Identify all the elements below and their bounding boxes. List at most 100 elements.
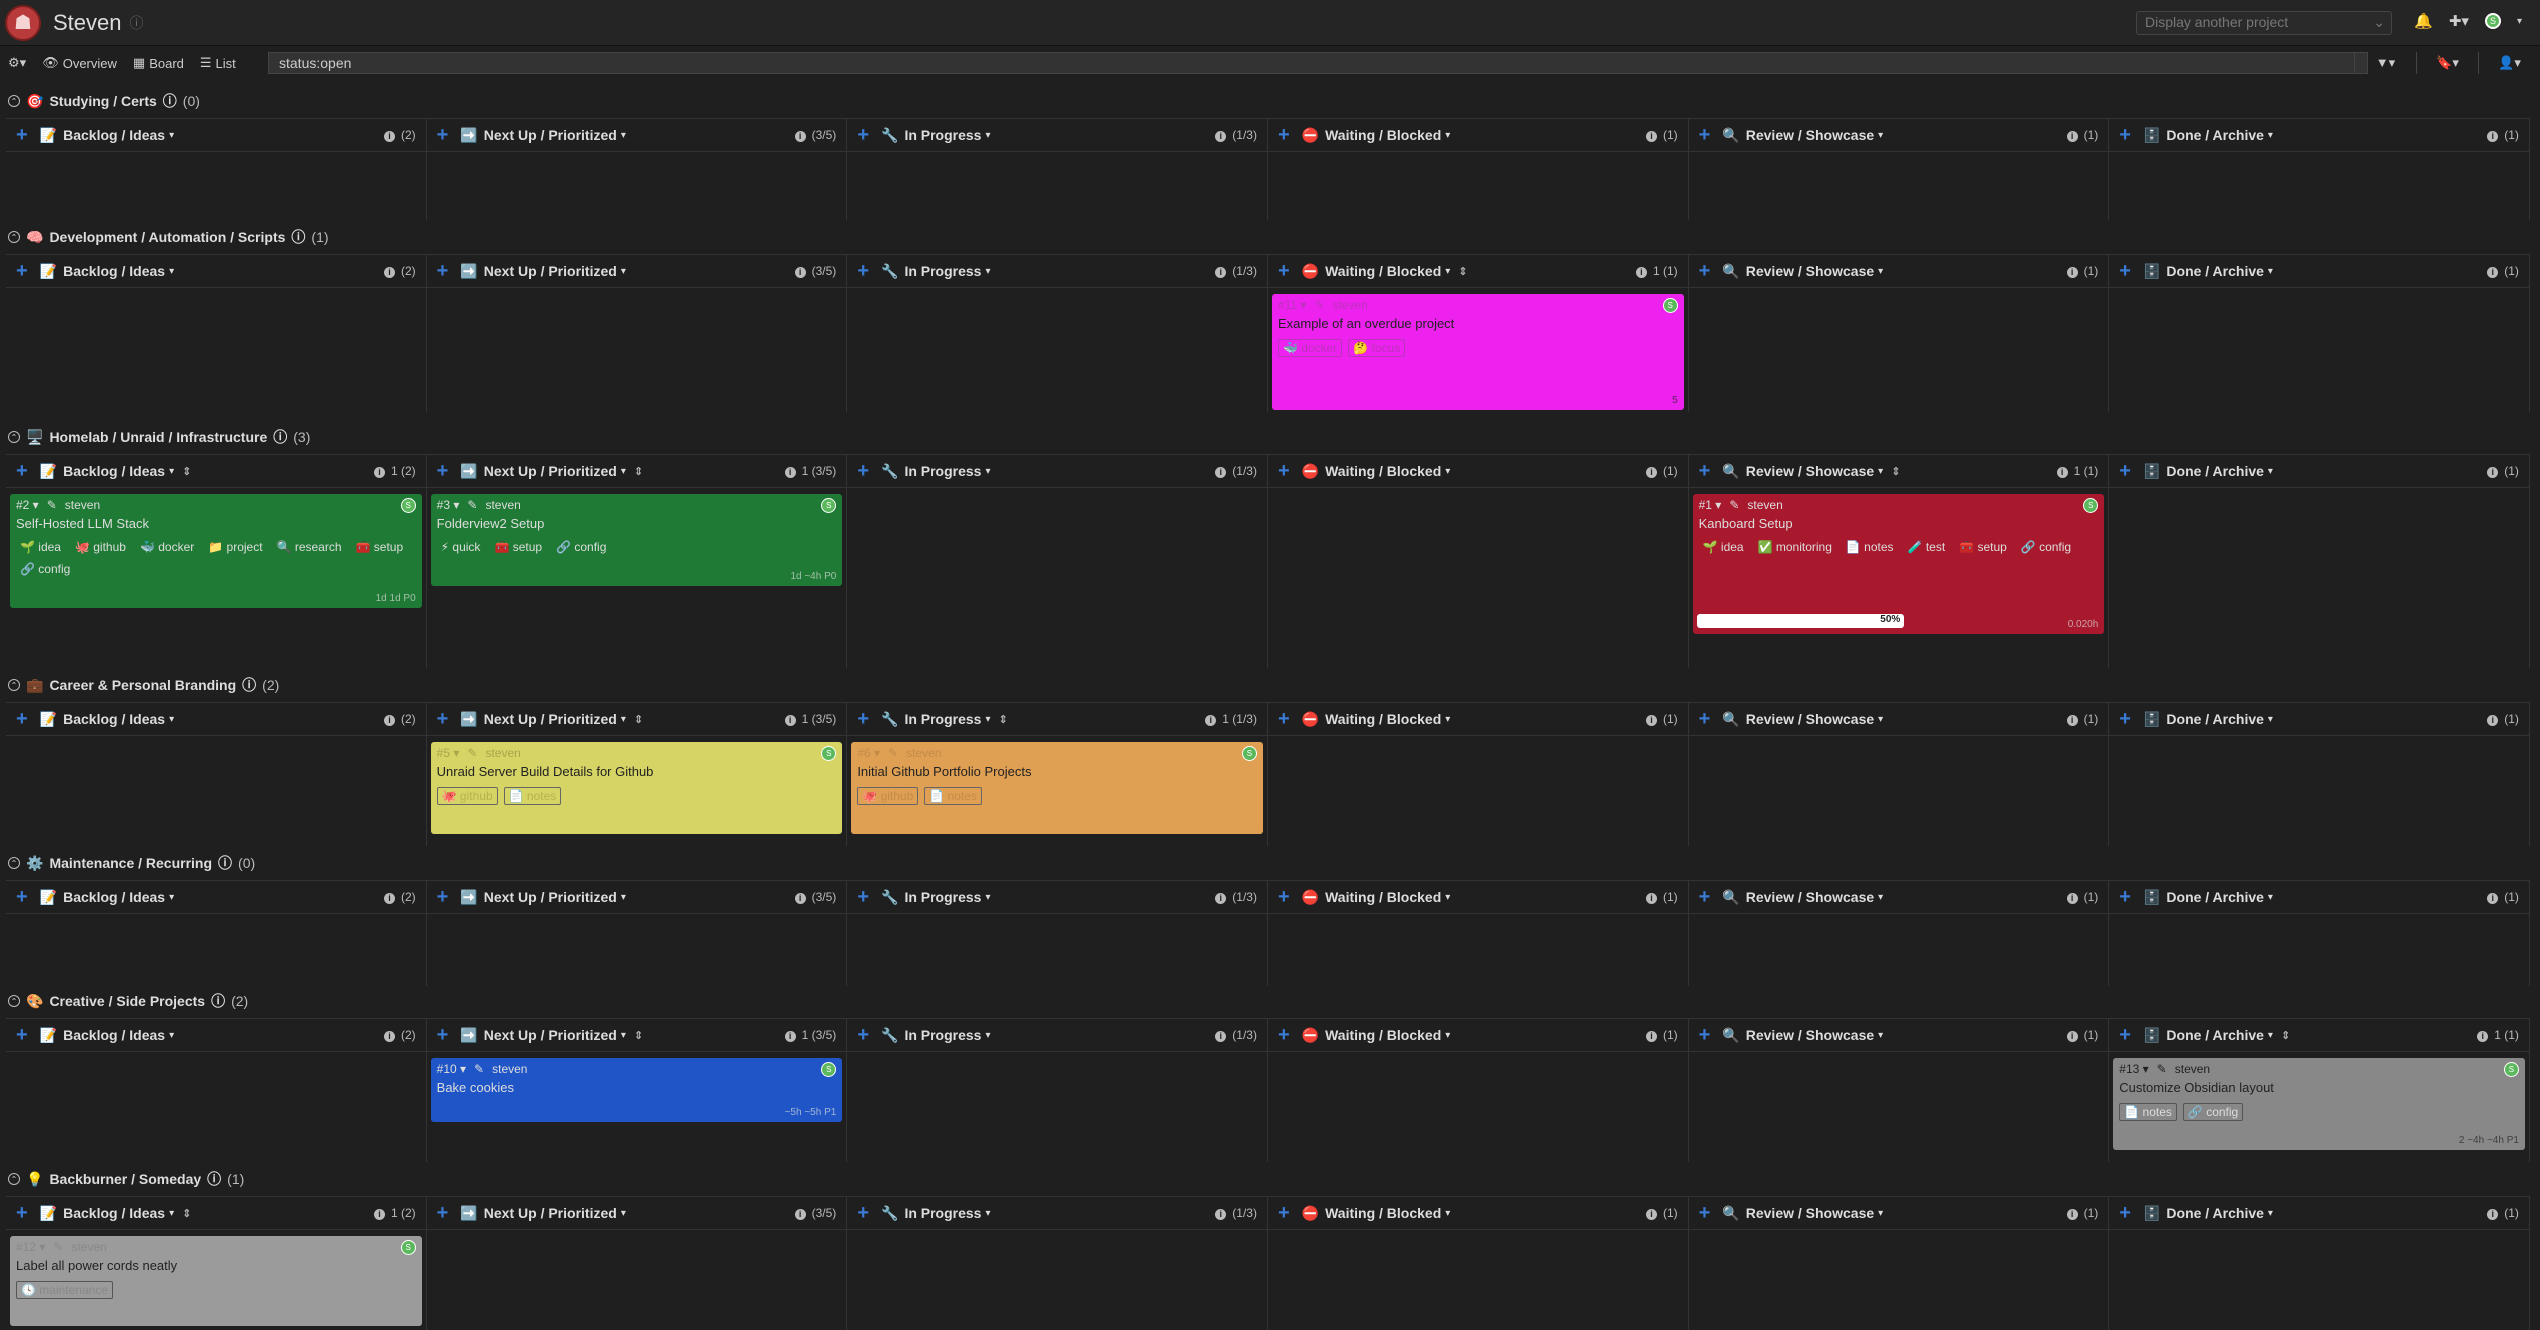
edit-icon[interactable]: ✎ [474, 1062, 484, 1076]
column-header[interactable]: + 🔍 Review / Showcase ▾ i (1) [1689, 119, 2110, 151]
app-logo-icon[interactable]: ☗ [5, 4, 41, 41]
edit-icon[interactable]: ✎ [888, 746, 898, 760]
add-task-icon[interactable]: + [1699, 1024, 1711, 1047]
task-title[interactable]: Example of an overdue project [1278, 316, 1678, 331]
info-icon[interactable]: i [784, 467, 796, 478]
chevron-down-icon[interactable]: ▾ [985, 130, 990, 141]
column-title[interactable]: Next Up / Prioritized [484, 263, 617, 279]
column-title[interactable]: Review / Showcase [1746, 889, 1874, 905]
column-title[interactable]: Waiting / Blocked [1325, 889, 1441, 905]
filter-menu-button[interactable]: ▼▾ [2354, 52, 2416, 74]
chevron-down-icon[interactable]: ▾ [169, 1030, 174, 1041]
chevron-down-icon[interactable]: ▾ [169, 266, 174, 277]
column-title[interactable]: Waiting / Blocked [1325, 1205, 1441, 1221]
add-task-icon[interactable]: + [1278, 1202, 1290, 1225]
column-title[interactable]: Review / Showcase [1746, 463, 1874, 479]
column-header[interactable]: + 🗄️ Done / Archive ▾ i (1) [2109, 1197, 2530, 1229]
add-task-icon[interactable]: + [857, 1024, 869, 1047]
info-icon[interactable]: i [2066, 131, 2078, 142]
chevron-down-icon[interactable]: ▾ [1878, 466, 1883, 477]
column-header[interactable]: + ⛔ Waiting / Blocked ▾ i (1) [1268, 1019, 1689, 1051]
column-header[interactable]: + 🗄️ Done / Archive ▾ i (1) [2109, 455, 2530, 487]
chevron-down-icon[interactable]: ▾ [1445, 714, 1450, 725]
add-task-icon[interactable]: + [437, 124, 449, 147]
column-header[interactable]: + ⛔ Waiting / Blocked ▾ i (1) [1268, 703, 1689, 735]
task-card[interactable]: #10 ▾ ✎ steven S Bake cookies ~5h ~5h P1 [430, 1058, 843, 1122]
info-icon[interactable]: ⓘ [207, 1169, 221, 1189]
info-icon[interactable]: i [1215, 893, 1227, 904]
column-header[interactable]: + 🗄️ Done / Archive ▾ i (1) [2109, 255, 2530, 287]
info-icon[interactable]: i [1215, 131, 1227, 142]
chevron-down-icon[interactable]: ▾ [2268, 266, 2273, 277]
add-task-icon[interactable]: + [2119, 124, 2131, 147]
info-icon[interactable]: i [2066, 267, 2078, 278]
chevron-down-icon[interactable]: ▾ [1878, 892, 1883, 903]
add-task-icon[interactable]: + [1699, 708, 1711, 731]
add-task-icon[interactable]: + [1699, 1202, 1711, 1225]
column-title[interactable]: Next Up / Prioritized [484, 711, 617, 727]
sort-icon[interactable]: ⇕ [1891, 465, 1900, 478]
column-header[interactable]: + 📝 Backlog / Ideas ▾ i (2) [6, 119, 427, 151]
info-icon[interactable]: i [1205, 715, 1217, 726]
info-icon[interactable]: i [1645, 893, 1657, 904]
task-id[interactable]: #11 ▾ [1278, 298, 1307, 312]
add-task-icon[interactable]: + [857, 708, 869, 731]
swimlane-title[interactable]: ⌃ 🖥️ Homelab / Unraid / Infrastructure ⓘ (3) [8, 427, 310, 447]
column-title[interactable]: Review / Showcase [1746, 263, 1874, 279]
add-task-icon[interactable]: + [16, 260, 28, 283]
info-icon[interactable]: i [1645, 1031, 1657, 1042]
column-title[interactable]: In Progress [904, 1027, 981, 1043]
column-title[interactable]: Review / Showcase [1746, 1205, 1874, 1221]
chevron-down-icon[interactable]: ▾ [2268, 714, 2273, 725]
column-title[interactable]: Review / Showcase [1746, 127, 1874, 143]
column-title[interactable]: In Progress [904, 889, 981, 905]
project-select[interactable]: Display another project ⌄ [2136, 11, 2392, 35]
sort-icon[interactable]: ⇕ [1458, 265, 1467, 278]
info-icon[interactable]: i [383, 893, 395, 904]
add-task-icon[interactable]: + [1278, 124, 1290, 147]
chevron-down-icon[interactable]: ▾ [621, 892, 626, 903]
column-title[interactable]: In Progress [904, 463, 981, 479]
chevron-down-icon[interactable]: ▾ [2268, 892, 2273, 903]
add-task-icon[interactable]: + [16, 460, 28, 483]
add-task-icon[interactable]: + [16, 708, 28, 731]
chevron-down-icon[interactable]: ▾ [2268, 1208, 2273, 1219]
column-header[interactable]: + 🔧 In Progress ▾ i (1/3) [847, 119, 1268, 151]
info-icon[interactable]: i [2487, 267, 2499, 278]
add-task-icon[interactable]: + [1278, 260, 1290, 283]
column-title[interactable]: Waiting / Blocked [1325, 1027, 1441, 1043]
add-task-icon[interactable]: + [1699, 460, 1711, 483]
chevron-down-icon[interactable]: ▾ [621, 714, 626, 725]
column-header[interactable]: + ➡️ Next Up / Prioritized ▾ i (3/5) [427, 1197, 848, 1229]
task-id[interactable]: #10 ▾ [437, 1062, 466, 1076]
column-header[interactable]: + ➡️ Next Up / Prioritized ▾ ⇕ i 1 (3/5) [427, 455, 848, 487]
column-title[interactable]: Done / Archive [2166, 127, 2264, 143]
column-title[interactable]: Next Up / Prioritized [484, 1205, 617, 1221]
task-card[interactable]: #6 ▾ ✎ steven S Initial Github Portfolio Pro… [851, 742, 1263, 834]
info-icon[interactable]: i [383, 131, 395, 142]
chevron-down-icon[interactable]: ▾ [621, 1208, 626, 1219]
edit-icon[interactable]: ✎ [2157, 1062, 2167, 1076]
info-icon[interactable]: i [1635, 267, 1647, 278]
swimlane-title[interactable]: ⌃ 🧠 Development / Automation / Scripts ⓘ (1) [8, 227, 329, 247]
filter-search-input[interactable] [268, 52, 2368, 74]
column-title[interactable]: Next Up / Prioritized [484, 1027, 617, 1043]
add-menu-icon[interactable]: ✚▾ [2449, 12, 2469, 30]
info-icon[interactable]: i [1645, 715, 1657, 726]
chevron-down-icon[interactable]: ▾ [985, 1208, 990, 1219]
sort-icon[interactable]: ⇕ [634, 1029, 643, 1042]
column-header[interactable]: + 🔍 Review / Showcase ▾ i (1) [1689, 255, 2110, 287]
add-task-icon[interactable]: + [437, 460, 449, 483]
edit-icon[interactable]: ✎ [1729, 498, 1739, 512]
edit-icon[interactable]: ✎ [467, 746, 477, 760]
column-header[interactable]: + 🔧 In Progress ▾ i (1/3) [847, 881, 1268, 913]
column-title[interactable]: Done / Archive [2166, 889, 2264, 905]
settings-menu-button[interactable]: ⚙▾ [0, 52, 34, 74]
task-title[interactable]: Kanboard Setup [1699, 516, 2099, 531]
chevron-down-icon[interactable]: ▾ [621, 1030, 626, 1041]
info-icon[interactable]: i [2487, 715, 2499, 726]
chevron-down-icon[interactable]: ▾ [1878, 714, 1883, 725]
chevron-down-icon[interactable]: ▾ [1878, 266, 1883, 277]
edit-icon[interactable]: ✎ [53, 1240, 63, 1254]
add-task-icon[interactable]: + [1278, 886, 1290, 909]
